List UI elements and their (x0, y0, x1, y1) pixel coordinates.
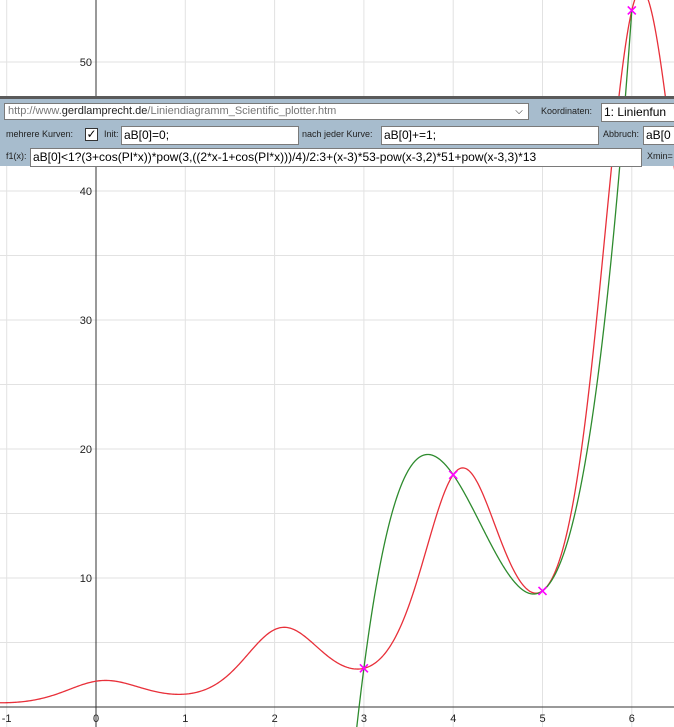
x-tick-label: 3 (361, 713, 367, 725)
abbruch-input[interactable]: aB[0 (643, 126, 674, 145)
xmin-label: Xmin= (647, 151, 673, 161)
x-tick-label: 6 (629, 713, 635, 725)
init-label: Init: (104, 129, 119, 139)
chevron-down-icon[interactable]: ⌵ (513, 104, 525, 119)
koordinaten-select[interactable]: 1: Linienfun (601, 103, 674, 122)
x-tick-label: 1 (182, 713, 188, 725)
f1-input[interactable]: aB[0]<1?(3+cos(PI*x))*pow(3,((2*x-1+cos(… (30, 148, 642, 167)
url-select[interactable]: http://www.gerdlamprecht.de/Liniendiagra… (4, 103, 529, 120)
abbruch-label: Abbruch: (603, 129, 640, 139)
toolbar-row-options: mehrere Kurven: ✓ Init: aB[0]=0; nach je… (0, 124, 674, 146)
nach-jeder-kurve-label: nach jeder Kurve: (302, 129, 373, 139)
f1-label: f1(x): (6, 151, 27, 161)
url-path: /Liniendiagramm_Scientific_plotter.htm (147, 105, 337, 117)
x-tick-label: 0 (93, 713, 99, 725)
x-tick-label: 4 (450, 713, 456, 725)
url-host: gerdlamprecht.de (61, 105, 148, 117)
y-tick-label: 40 (80, 186, 92, 198)
y-tick-label: 10 (80, 573, 92, 585)
x-tick-label: 2 (272, 713, 278, 725)
mehrere-kurven-checkbox[interactable]: ✓ (85, 128, 98, 141)
x-tick-label: 5 (540, 713, 546, 725)
toolbar-row-function: f1(x): aB[0]<1?(3+cos(PI*x))*pow(3,((2*x… (0, 146, 674, 168)
y-tick-label: 50 (80, 57, 92, 69)
y-tick-label: 20 (80, 444, 92, 456)
url-prefix: http://www. (8, 105, 62, 117)
toolbar-row-url: http://www.gerdlamprecht.de/Liniendiagra… (0, 101, 674, 123)
x-tick-label: -1 (2, 713, 12, 725)
y-tick-label: 30 (80, 315, 92, 327)
koordinaten-label: Koordinaten: (541, 106, 593, 116)
mehrere-kurven-label: mehrere Kurven: (6, 129, 74, 139)
plotter-toolbar: http://www.gerdlamprecht.de/Liniendiagra… (0, 96, 674, 168)
init-input[interactable]: aB[0]=0; (121, 126, 299, 145)
nach-jeder-kurve-input[interactable]: aB[0]+=1; (381, 126, 599, 145)
